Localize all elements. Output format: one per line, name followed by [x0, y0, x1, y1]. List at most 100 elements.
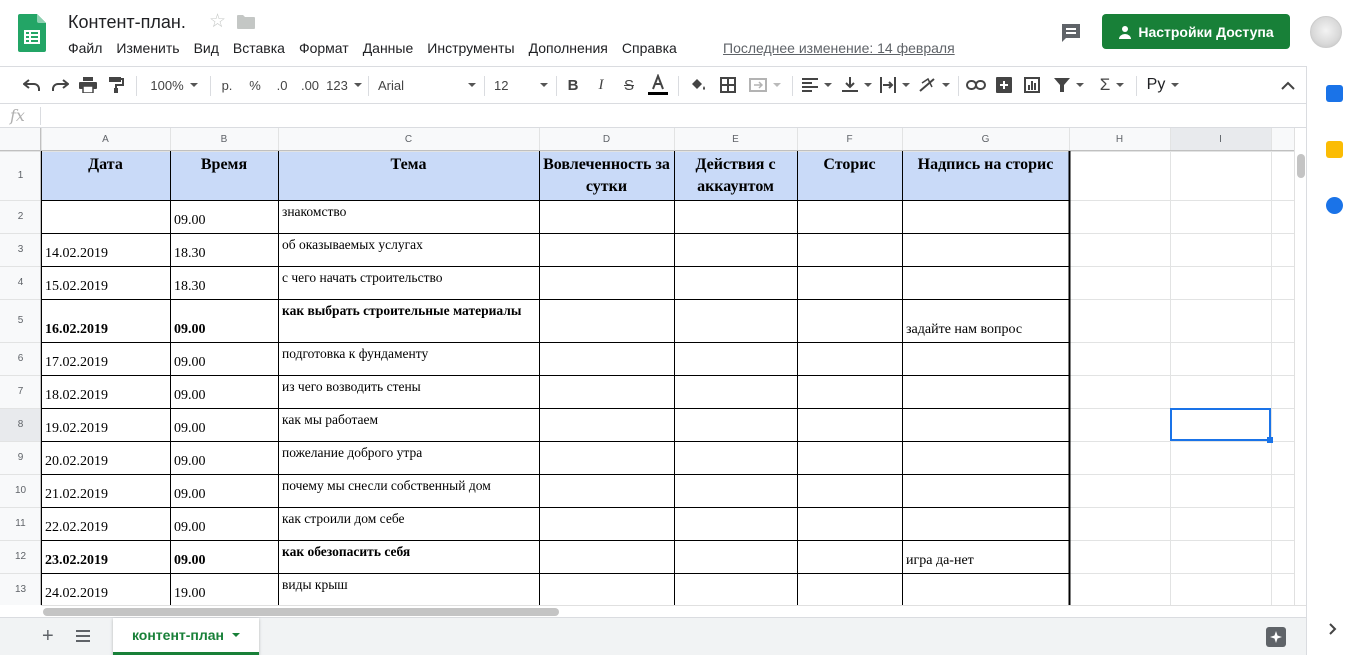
account-actions-cell[interactable] — [674, 507, 797, 540]
horizontal-scroll-thumb[interactable] — [43, 608, 559, 616]
functions-icon[interactable]: Σ — [1094, 67, 1130, 103]
currency-format-button[interactable]: р. — [216, 67, 238, 103]
story-caption-cell[interactable] — [902, 441, 1069, 474]
menu-item[interactable]: Файл — [61, 39, 109, 57]
spreadsheet-grid[interactable]: A B C D E F G H I 1 2 3 4 5 6 7 8 9 10 11 12 13 Дата Время Тема В… — [0, 128, 1306, 605]
text-rotation-icon[interactable] — [916, 67, 952, 103]
column-header-a[interactable]: A — [41, 128, 170, 151]
horizontal-align-icon[interactable] — [800, 67, 834, 103]
italic-icon[interactable]: I — [590, 67, 612, 103]
table-header-cell[interactable]: Сторис — [797, 151, 902, 200]
table-header-cell[interactable]: Дата — [41, 151, 170, 200]
time-cell[interactable]: 09.00 — [170, 342, 278, 375]
all-sheets-icon[interactable] — [76, 630, 90, 642]
table-header-cell[interactable]: Время — [170, 151, 278, 200]
date-cell[interactable] — [41, 200, 170, 233]
comment-icon[interactable] — [1060, 22, 1082, 44]
engagement-cell[interactable] — [539, 441, 674, 474]
row-header[interactable]: 8 — [0, 408, 41, 441]
topic-cell[interactable]: как мы работаем — [278, 408, 539, 441]
story-caption-cell[interactable]: игра да-нет — [902, 540, 1069, 573]
story-caption-cell[interactable] — [902, 474, 1069, 507]
more-formats-select[interactable]: 123 — [326, 67, 362, 103]
stories-cell[interactable] — [797, 540, 902, 573]
account-actions-cell[interactable] — [674, 233, 797, 266]
row-header[interactable]: 10 — [0, 474, 41, 507]
folder-icon[interactable] — [237, 15, 255, 29]
time-cell[interactable]: 09.00 — [170, 474, 278, 507]
story-caption-cell[interactable] — [902, 507, 1069, 540]
decrease-decimal-button[interactable]: .0 — [270, 67, 294, 103]
topic-cell[interactable]: почему мы снесли собственный дом — [278, 474, 539, 507]
engagement-cell[interactable] — [539, 408, 674, 441]
menu-item[interactable]: Дополнения — [522, 39, 615, 57]
story-caption-cell[interactable] — [902, 200, 1069, 233]
topic-cell[interactable]: подготовка к фундаменту — [278, 342, 539, 375]
topic-cell[interactable]: пожелание доброго утра — [278, 441, 539, 474]
account-actions-cell[interactable] — [674, 474, 797, 507]
row-header[interactable]: 12 — [0, 540, 41, 573]
chevron-down-icon[interactable] — [232, 633, 241, 637]
undo-icon[interactable] — [20, 67, 44, 103]
stories-cell[interactable] — [797, 573, 902, 605]
avatar[interactable] — [1310, 16, 1342, 48]
column-header-b[interactable]: B — [170, 128, 278, 151]
date-cell[interactable]: 22.02.2019 — [41, 507, 170, 540]
percent-format-button[interactable]: % — [244, 67, 266, 103]
story-caption-cell[interactable] — [902, 233, 1069, 266]
time-cell[interactable]: 18.30 — [170, 233, 278, 266]
print-icon[interactable] — [76, 67, 100, 103]
redo-icon[interactable] — [48, 67, 72, 103]
date-cell[interactable]: 19.02.2019 — [41, 408, 170, 441]
keep-icon[interactable] — [1326, 141, 1343, 158]
account-actions-cell[interactable] — [674, 540, 797, 573]
engagement-cell[interactable] — [539, 507, 674, 540]
row-header[interactable]: 6 — [0, 342, 41, 375]
stories-cell[interactable] — [797, 233, 902, 266]
menu-item[interactable]: Справка — [615, 39, 684, 57]
share-button[interactable]: Настройки Доступа — [1102, 14, 1290, 49]
table-header-cell[interactable]: Вовлеченность за сутки — [539, 151, 674, 200]
horizontal-scrollbar[interactable] — [41, 605, 1306, 617]
date-cell[interactable]: 18.02.2019 — [41, 375, 170, 408]
story-caption-cell[interactable] — [902, 375, 1069, 408]
column-header-e[interactable]: E — [674, 128, 797, 151]
table-header-cell[interactable]: Действия с аккаунтом — [674, 151, 797, 200]
time-cell[interactable]: 09.00 — [170, 200, 278, 233]
topic-cell[interactable]: виды крыш — [278, 573, 539, 605]
engagement-cell[interactable] — [539, 200, 674, 233]
topic-cell[interactable]: с чего начать строительство — [278, 266, 539, 299]
time-cell[interactable]: 09.00 — [170, 299, 278, 342]
topic-cell[interactable]: как строили дом себе — [278, 507, 539, 540]
menu-item[interactable]: Вид — [187, 39, 226, 57]
account-actions-cell[interactable] — [674, 266, 797, 299]
story-caption-cell[interactable] — [902, 573, 1069, 605]
date-cell[interactable]: 20.02.2019 — [41, 441, 170, 474]
document-title[interactable]: Контент-план. — [68, 12, 186, 33]
stories-cell[interactable] — [797, 342, 902, 375]
account-actions-cell[interactable] — [674, 408, 797, 441]
explore-icon[interactable] — [1266, 627, 1286, 647]
vertical-scrollbar[interactable] — [1294, 128, 1306, 605]
row-header[interactable]: 2 — [0, 200, 41, 233]
table-header-cell[interactable]: Тема — [278, 151, 539, 200]
zoom-select[interactable]: 100% — [144, 67, 204, 103]
time-cell[interactable]: 18.30 — [170, 266, 278, 299]
add-sheet-icon[interactable]: + — [42, 626, 54, 646]
stories-cell[interactable] — [797, 441, 902, 474]
bold-icon[interactable]: B — [562, 67, 584, 103]
row-header[interactable]: 7 — [0, 375, 41, 408]
time-cell[interactable]: 09.00 — [170, 375, 278, 408]
insert-chart-icon[interactable] — [1020, 67, 1044, 103]
font-select[interactable]: Arial — [378, 67, 476, 103]
menu-item[interactable]: Инструменты — [420, 39, 521, 57]
row-header[interactable]: 1 — [0, 151, 41, 200]
engagement-cell[interactable] — [539, 540, 674, 573]
account-actions-cell[interactable] — [674, 200, 797, 233]
account-actions-cell[interactable] — [674, 375, 797, 408]
vertical-scroll-thumb[interactable] — [1297, 154, 1305, 178]
insert-link-icon[interactable] — [964, 67, 988, 103]
topic-cell[interactable]: об оказываемых услугах — [278, 233, 539, 266]
menu-item[interactable]: Данные — [356, 39, 421, 57]
filter-icon[interactable] — [1050, 67, 1088, 103]
